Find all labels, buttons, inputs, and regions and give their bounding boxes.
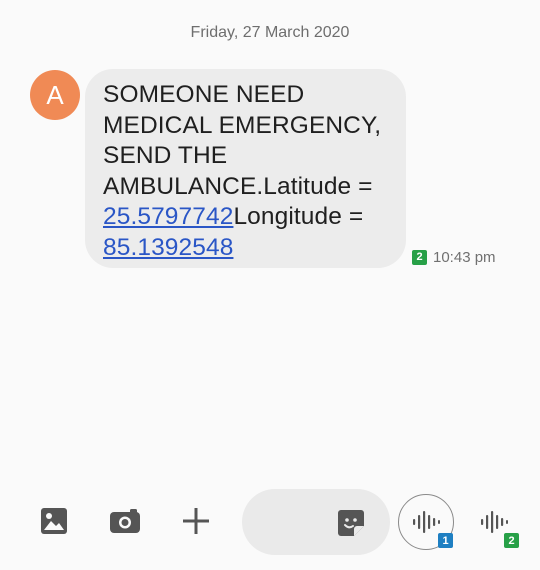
plus-icon [183, 508, 209, 534]
message-bubble[interactable]: SOMEONE NEED MEDICAL EMERGENCY, SEND THE… [85, 69, 406, 268]
message-text-line2: MEDICAL EMERGENCY, [103, 111, 382, 139]
message-text-line3: SEND THE [103, 142, 228, 169]
add-attachment-button[interactable] [178, 503, 214, 539]
avatar-initial: A [46, 79, 64, 110]
date-header: Friday, 27 March 2020 [190, 24, 350, 41]
message-text-line1: SOMEONE NEED [103, 81, 305, 108]
message-meta: 2 10:43 pm [412, 248, 496, 266]
longitude-label: Longitude = [233, 203, 364, 230]
gallery-button[interactable] [36, 503, 72, 539]
sticker-icon [338, 510, 364, 536]
sticker-button[interactable] [335, 507, 367, 539]
longitude-link[interactable]: 85.1392548 [103, 234, 233, 261]
sim2-badge: 2 [412, 249, 427, 265]
message-time: 10:43 pm [433, 248, 496, 266]
waveform-icon [413, 511, 440, 533]
sim1-badge: 1 [438, 533, 453, 548]
latitude-link[interactable]: 25.5797742 [103, 203, 233, 230]
camera-icon [110, 509, 140, 533]
image-icon [41, 508, 67, 534]
sender-avatar[interactable]: A [30, 70, 80, 120]
waveform-icon [481, 511, 508, 533]
camera-button[interactable] [106, 503, 144, 539]
message-text-line4: AMBULANCE.Latitude = [103, 172, 373, 200]
sim2-voice-badge: 2 [504, 533, 519, 548]
message-input[interactable] [242, 489, 390, 555]
